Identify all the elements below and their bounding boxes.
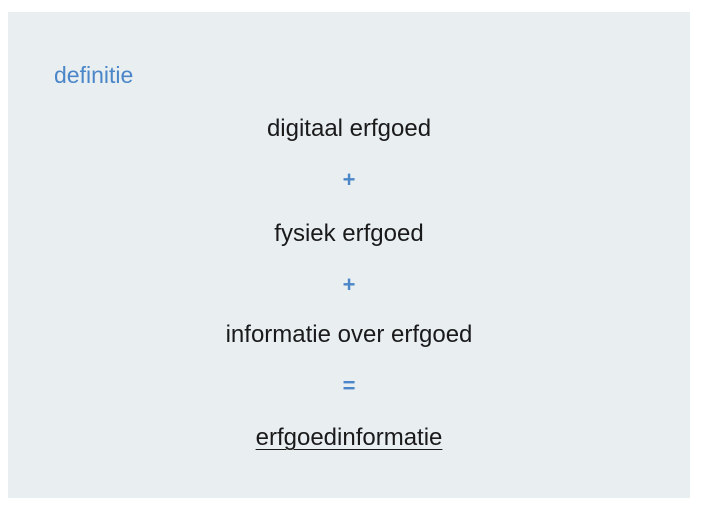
equals-operator: = (342, 373, 356, 398)
term-physical-heritage: fysiek erfgoed (274, 220, 424, 247)
definition-card: definitie digitaal erfgoed + fysiek erfg… (8, 12, 690, 498)
result-link[interactable]: erfgoedinformatie (256, 424, 443, 451)
plus-operator: + (342, 167, 356, 192)
plus-operator: + (342, 272, 356, 297)
term-heritage-information: informatie over erfgoed (225, 321, 473, 348)
result-term: erfgoedinformatie (8, 423, 690, 453)
definition-label: definitie (54, 62, 134, 88)
term-digital-heritage: digitaal erfgoed (266, 115, 432, 142)
